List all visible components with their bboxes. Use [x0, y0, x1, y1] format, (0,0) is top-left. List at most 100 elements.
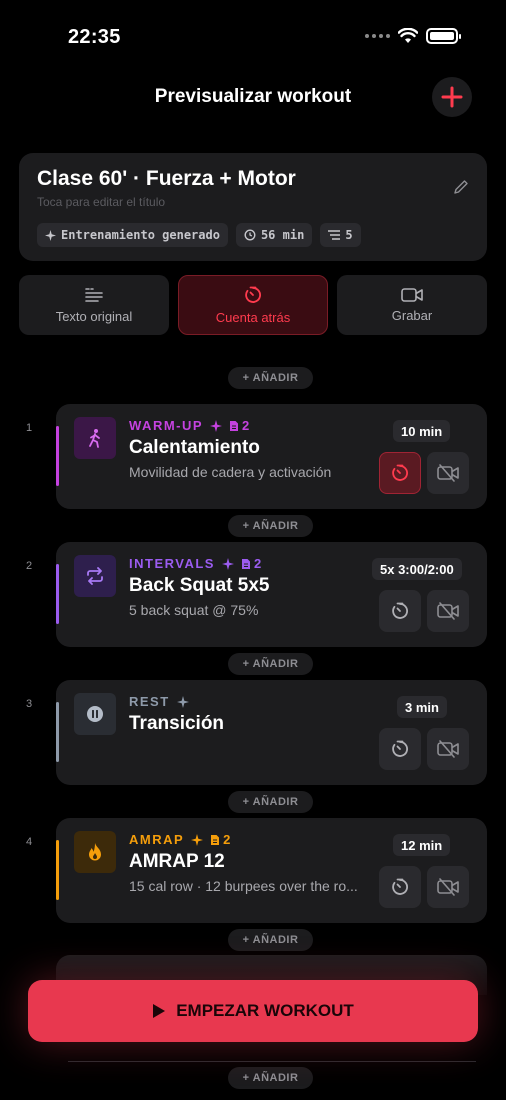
block-description: 15 cal row · 12 burpees over the ro...	[129, 878, 358, 894]
document-icon	[241, 558, 250, 569]
add-block-pill[interactable]: + AÑADIR	[228, 1067, 313, 1089]
block-card-rest[interactable]: REST Transición 3 min	[56, 680, 487, 785]
repeat-icon	[87, 567, 103, 585]
blocks-chip: 5	[320, 223, 361, 247]
block-number: 3	[26, 698, 33, 710]
blocks-chip-label: 5	[345, 228, 353, 242]
battery-icon	[426, 28, 461, 44]
duration-badge: 3 min	[397, 696, 447, 718]
countdown-timer-icon	[392, 602, 408, 619]
block-accent-bar	[56, 564, 59, 624]
pencil-icon[interactable]	[453, 179, 469, 195]
signal-dots-icon	[365, 34, 390, 38]
start-workout-button[interactable]: EMPEZAR WORKOUT	[28, 980, 478, 1042]
document-icon	[211, 834, 220, 845]
source-count: 2	[229, 418, 249, 433]
block-tag: REST	[129, 694, 189, 709]
block-type-label: WARM-UP	[129, 418, 204, 433]
plus-icon	[441, 86, 463, 108]
block-card-intervals[interactable]: INTERVALS 2 Back Squat 5x5 5 back squat …	[56, 542, 487, 647]
source-count: 2	[210, 832, 230, 847]
block-tag: INTERVALS 2	[129, 556, 261, 571]
block-icon-box	[74, 555, 116, 597]
quote-list-icon	[85, 287, 103, 302]
countdown-timer-icon	[392, 878, 408, 895]
block-timer-button[interactable]	[379, 866, 421, 908]
sparkle-icon	[45, 229, 56, 241]
sparkle-icon	[176, 695, 189, 708]
video-off-icon	[437, 602, 459, 620]
add-block-pill[interactable]: + AÑADIR	[228, 515, 313, 537]
block-icon-box	[74, 417, 116, 459]
block-card-amrap[interactable]: AMRAP 2 AMRAP 12 15 cal row · 12 burpees…	[56, 818, 487, 923]
sparkle-icon	[191, 833, 204, 846]
document-icon	[230, 420, 239, 431]
block-video-off-button[interactable]	[427, 728, 469, 770]
block-title: Transición	[129, 713, 225, 734]
block-accent-bar	[56, 426, 59, 486]
workout-title-hint: Toca para editar el título	[37, 195, 166, 209]
duration-chip: 56 min	[235, 223, 313, 247]
block-video-off-button[interactable]	[427, 866, 469, 908]
countdown-timer-icon	[392, 740, 408, 757]
mode-countdown-button[interactable]: Cuenta atrás	[178, 275, 328, 335]
block-timer-button[interactable]	[379, 728, 421, 770]
sparkle-icon	[221, 557, 234, 570]
add-block-pill[interactable]: + AÑADIR	[228, 791, 313, 813]
mode-label: Cuenta atrás	[215, 309, 291, 325]
workout-chips: Entrenamiento generado 56 min 5	[37, 223, 361, 247]
block-video-off-button[interactable]	[427, 590, 469, 632]
mode-original-text-button[interactable]: Texto original	[19, 275, 169, 335]
play-icon	[153, 1004, 166, 1018]
duration-badge: 5x 3:00/2:00	[372, 558, 462, 580]
block-type-label: REST	[129, 694, 170, 709]
wifi-icon	[398, 28, 418, 43]
status-time: 22:35	[68, 26, 121, 48]
block-video-off-button[interactable]	[427, 452, 469, 494]
block-title: Back Squat 5x5	[129, 575, 270, 596]
walking-figure-icon	[89, 429, 100, 448]
clock-icon	[244, 229, 256, 241]
block-number: 1	[26, 422, 33, 434]
pause-icon	[87, 706, 103, 722]
block-icon-box	[74, 831, 116, 873]
workout-title-card[interactable]: Clase 60' · Fuerza + Motor Toca para edi…	[19, 153, 487, 261]
block-accent-bar	[56, 840, 59, 900]
workout-title[interactable]: Clase 60' · Fuerza + Motor	[37, 167, 296, 191]
list-icon	[328, 230, 341, 240]
block-number: 4	[26, 836, 33, 848]
countdown-timer-icon	[392, 464, 408, 481]
generated-chip: Entrenamiento generado	[37, 223, 228, 247]
block-title: Calentamiento	[129, 437, 260, 458]
block-type-label: AMRAP	[129, 832, 185, 847]
block-type-label: INTERVALS	[129, 556, 215, 571]
block-card-warmup[interactable]: WARM-UP 2 Calentamiento Movilidad de cad…	[56, 404, 487, 509]
block-timer-button[interactable]	[379, 452, 421, 494]
video-off-icon	[437, 740, 459, 758]
mode-label: Texto original	[55, 308, 133, 324]
block-accent-bar	[56, 702, 59, 762]
sparkle-icon	[210, 419, 223, 432]
start-workout-label: EMPEZAR WORKOUT	[176, 1001, 354, 1020]
duration-badge: 12 min	[393, 834, 451, 856]
block-title: AMRAP 12	[129, 851, 225, 872]
block-tag: WARM-UP 2	[129, 418, 249, 433]
add-block-button[interactable]	[432, 77, 472, 117]
duration-badge: 10 min	[393, 420, 451, 442]
source-count: 2	[241, 556, 261, 571]
add-block-pill[interactable]: + AÑADIR	[228, 653, 313, 675]
generated-chip-label: Entrenamiento generado	[61, 228, 220, 242]
add-block-pill[interactable]: + AÑADIR	[228, 367, 313, 389]
block-number: 2	[26, 560, 33, 572]
video-off-icon	[437, 878, 459, 896]
duration-chip-label: 56 min	[260, 228, 305, 242]
add-block-pill[interactable]: + AÑADIR	[228, 929, 313, 951]
status-icons	[365, 28, 461, 44]
source-count-value: 2	[253, 556, 262, 571]
source-count-value: 2	[223, 832, 231, 847]
block-description: 5 back squat @ 75%	[129, 602, 259, 618]
video-camera-icon	[401, 287, 423, 302]
block-timer-button[interactable]	[379, 590, 421, 632]
mode-record-button[interactable]: Grabar	[337, 275, 487, 335]
divider	[68, 1061, 476, 1062]
